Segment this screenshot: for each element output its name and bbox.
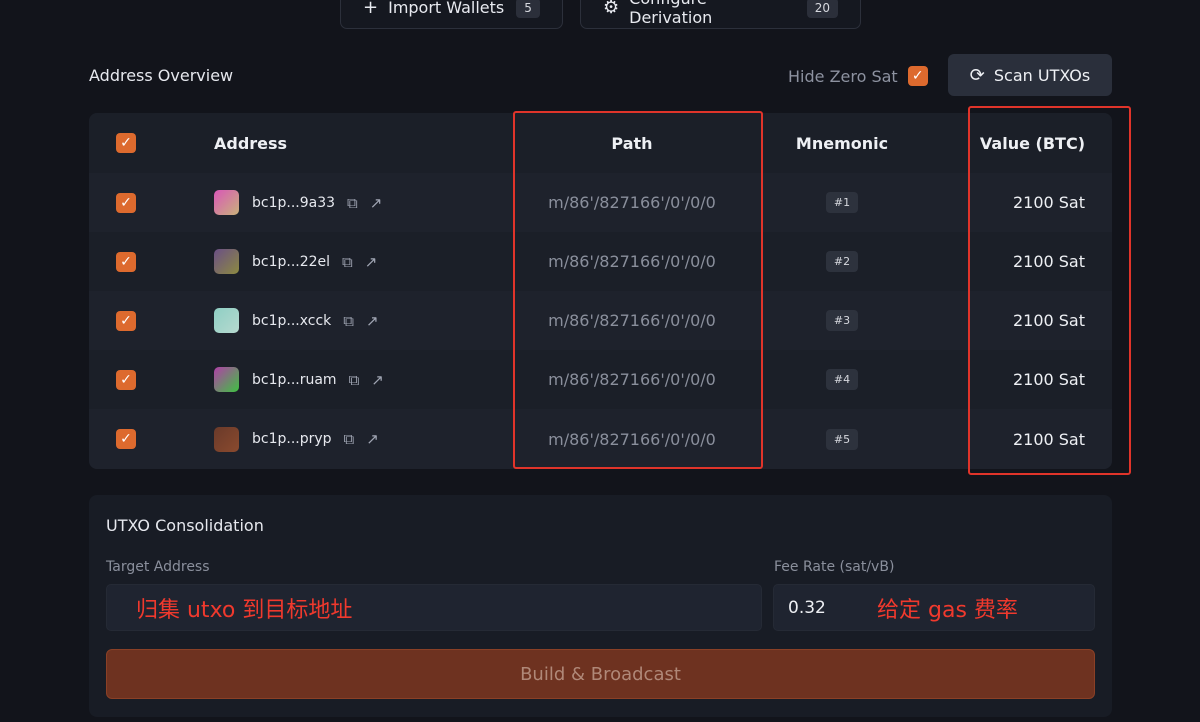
mnemonic-badge: #2 xyxy=(825,251,859,272)
fee-rate-label: Fee Rate (sat/vB) xyxy=(774,559,895,575)
address-text: bc1p...ruam xyxy=(252,371,337,388)
derivation-count-badge: 20 xyxy=(806,0,838,18)
row-checkbox[interactable]: ✓ xyxy=(116,192,136,213)
header-mnemonic: Mnemonic xyxy=(795,133,889,153)
copy-icon[interactable]: ⧉ xyxy=(343,312,354,330)
configure-derivation-label: Configure Derivation xyxy=(629,0,713,27)
external-link-icon[interactable]: ↗ xyxy=(366,430,379,448)
value-text: 2100 Sat xyxy=(1012,311,1085,330)
table-row: ✓ bc1p...ruam ⧉ ↗ m/86'/827166'/0'/0/0 #… xyxy=(89,350,1112,409)
address-text: bc1p...22el xyxy=(252,253,331,270)
value-text: 2100 Sat xyxy=(1012,252,1085,271)
plus-icon: + xyxy=(363,0,379,18)
scan-utxos-button[interactable]: ⟳ Scan UTXOs xyxy=(948,54,1112,96)
table-row: ✓ bc1p...22el ⧉ ↗ m/86'/827166'/0'/0/0 #… xyxy=(89,232,1112,291)
external-link-icon[interactable]: ↗ xyxy=(371,371,384,389)
table-row: ✓ bc1p...xcck ⧉ ↗ m/86'/827166'/0'/0/0 #… xyxy=(89,291,1112,350)
copy-icon[interactable]: ⧉ xyxy=(342,253,353,271)
hide-zero-sat-checkbox[interactable]: ✓ xyxy=(907,66,928,86)
table-row: ✓ bc1p...9a33 ⧉ ↗ m/86'/827166'/0'/0/0 #… xyxy=(89,173,1112,232)
table-header: ✓ Address Path Mnemonic Value (BTC) xyxy=(89,113,1112,173)
path-text: m/86'/827166'/0'/0/0 xyxy=(548,370,716,389)
address-avatar xyxy=(214,308,239,333)
fee-rate-input[interactable]: 0.32 给定 gas 费率 xyxy=(773,584,1095,631)
value-text: 2100 Sat xyxy=(1012,193,1085,212)
header-path: Path xyxy=(611,133,653,153)
external-link-icon[interactable]: ↗ xyxy=(366,312,379,330)
header-value: Value (BTC) xyxy=(979,133,1085,153)
target-address-label: Target Address xyxy=(106,559,210,575)
address-avatar xyxy=(214,190,239,215)
row-checkbox[interactable]: ✓ xyxy=(116,251,136,272)
address-avatar xyxy=(214,249,239,274)
consolidation-title: UTXO Consolidation xyxy=(106,516,264,535)
scan-utxos-label: Scan UTXOs xyxy=(993,65,1091,85)
address-avatar xyxy=(214,426,239,452)
external-link-icon[interactable]: ↗ xyxy=(365,253,378,271)
header-address: Address xyxy=(214,133,288,153)
copy-icon[interactable]: ⧉ xyxy=(349,371,360,389)
row-checkbox[interactable]: ✓ xyxy=(116,310,136,331)
import-count-badge: 5 xyxy=(516,0,540,18)
configure-derivation-button[interactable]: ⚙ Configure Derivation 20 xyxy=(580,0,861,29)
gear-icon: ⚙ xyxy=(603,0,620,18)
path-text: m/86'/827166'/0'/0/0 xyxy=(548,311,716,330)
refresh-icon: ⟳ xyxy=(969,64,985,86)
fee-rate-value: 0.32 xyxy=(788,597,826,618)
table-row: ✓ bc1p...pryp ⧉ ↗ m/86'/827166'/0'/0/0 #… xyxy=(89,409,1112,469)
build-broadcast-button[interactable]: Build & Broadcast xyxy=(106,649,1095,699)
mnemonic-badge: #5 xyxy=(825,428,859,450)
address-avatar xyxy=(214,367,239,392)
row-checkbox[interactable]: ✓ xyxy=(116,369,136,390)
mnemonic-badge: #1 xyxy=(825,192,859,213)
address-overview-title: Address Overview xyxy=(89,66,234,85)
mnemonic-badge: #4 xyxy=(825,369,859,390)
utxo-consolidation-panel: UTXO Consolidation Target Address Fee Ra… xyxy=(89,495,1112,717)
target-address-annotation: 归集 utxo 到目标地址 xyxy=(136,597,353,623)
path-text: m/86'/827166'/0'/0/0 xyxy=(548,252,716,271)
address-text: bc1p...pryp xyxy=(252,431,332,447)
value-text: 2100 Sat xyxy=(1012,429,1085,449)
copy-icon[interactable]: ⧉ xyxy=(344,430,355,448)
import-wallets-label: Import Wallets xyxy=(388,0,505,17)
select-all-checkbox[interactable]: ✓ xyxy=(116,133,136,153)
import-wallets-button[interactable]: + Import Wallets 5 xyxy=(340,0,563,29)
hide-zero-sat-toggle[interactable]: Hide Zero Sat ✓ xyxy=(788,66,928,86)
path-text: m/86'/827166'/0'/0/0 xyxy=(548,193,716,212)
hide-zero-sat-label: Hide Zero Sat xyxy=(788,66,898,86)
row-checkbox[interactable]: ✓ xyxy=(116,429,136,449)
fee-rate-annotation: 给定 gas 费率 xyxy=(877,597,1018,623)
copy-icon[interactable]: ⧉ xyxy=(347,194,358,212)
path-text: m/86'/827166'/0'/0/0 xyxy=(548,429,716,449)
address-text: bc1p...xcck xyxy=(252,312,332,329)
address-table: ✓ Address Path Mnemonic Value (BTC) ✓ bc… xyxy=(89,113,1112,469)
address-text: bc1p...9a33 xyxy=(252,194,336,211)
mnemonic-badge: #3 xyxy=(825,310,859,331)
external-link-icon[interactable]: ↗ xyxy=(370,194,383,212)
value-text: 2100 Sat xyxy=(1012,370,1085,389)
target-address-input[interactable]: 归集 utxo 到目标地址 xyxy=(106,584,762,631)
